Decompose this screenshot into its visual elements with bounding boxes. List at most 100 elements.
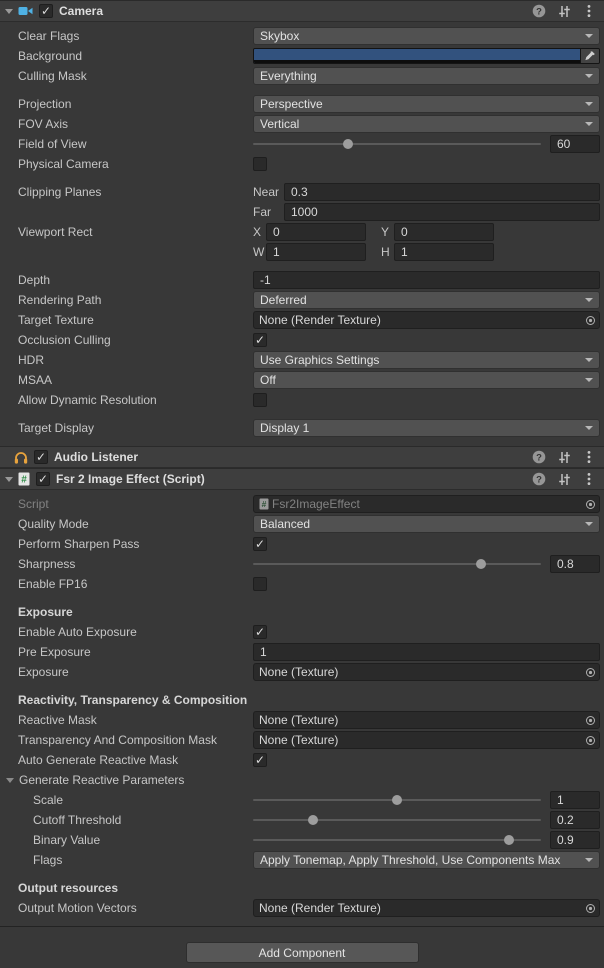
- flags-dropdown[interactable]: Apply Tonemap, Apply Threshold, Use Comp…: [253, 851, 600, 869]
- kebab-menu-button[interactable]: [582, 472, 596, 486]
- projection-dropdown[interactable]: Perspective: [253, 95, 600, 113]
- object-picker-button[interactable]: [581, 900, 599, 916]
- property-row: Generate Reactive Parameters: [0, 771, 604, 789]
- background-color-field[interactable]: [253, 48, 600, 64]
- slider-handle[interactable]: [476, 559, 486, 569]
- property-label: Field of View: [0, 137, 253, 151]
- help-button[interactable]: ?: [532, 472, 546, 486]
- presets-icon: [558, 451, 571, 464]
- eyedropper-button[interactable]: [580, 49, 599, 63]
- section-header: Exposure: [0, 605, 73, 619]
- spacer: [0, 87, 604, 95]
- binary-value-slider[interactable]: 0.9: [253, 831, 600, 849]
- fsr-2-image-effect-script-enabled-checkbox[interactable]: ✓: [36, 472, 50, 486]
- script-object-field[interactable]: #Fsr2ImageEffect: [253, 495, 600, 513]
- object-picker-button[interactable]: [581, 496, 599, 512]
- help-button[interactable]: ?: [532, 450, 546, 464]
- y-field[interactable]: 0: [394, 223, 494, 241]
- field-value: 0: [273, 225, 280, 239]
- hdr-dropdown[interactable]: Use Graphics Settings: [253, 351, 600, 369]
- property-row: Script#Fsr2ImageEffect: [0, 495, 604, 513]
- slider-handle[interactable]: [343, 139, 353, 149]
- camera-header[interactable]: ✓Camera?: [0, 0, 604, 22]
- property-label: Occlusion Culling: [0, 333, 253, 347]
- target-display-dropdown[interactable]: Display 1: [253, 419, 600, 437]
- property-label: Culling Mask: [0, 69, 253, 83]
- field-value: 0.3: [291, 185, 308, 199]
- foldout-arrow-icon[interactable]: [6, 778, 14, 783]
- scale-slider[interactable]: 1: [253, 791, 600, 809]
- slider-track[interactable]: [253, 799, 541, 801]
- slider-handle[interactable]: [392, 795, 402, 805]
- rendering-path-dropdown[interactable]: Deferred: [253, 291, 600, 309]
- axis-label: Near: [253, 185, 284, 199]
- field-of-view-value-field[interactable]: 60: [550, 135, 600, 153]
- sharpness-value-field[interactable]: 0.8: [550, 555, 600, 573]
- clipping-planes-field[interactable]: 0.3: [284, 183, 600, 201]
- enable-auto-exposure-checkbox[interactable]: ✓: [253, 625, 267, 639]
- cutoff-threshold-value-field[interactable]: 0.2: [550, 811, 600, 829]
- far-field[interactable]: 1000: [284, 203, 600, 221]
- x-field[interactable]: 0: [266, 223, 366, 241]
- script-icon: #: [259, 498, 269, 510]
- camera-enabled-checkbox[interactable]: ✓: [39, 4, 53, 18]
- property-row: Viewport RectX0Y0: [0, 223, 604, 241]
- target-texture-object-field[interactable]: None (Render Texture): [253, 311, 600, 329]
- enable-fp16-checkbox[interactable]: ✓: [253, 577, 267, 591]
- property-label: Enable FP16: [0, 577, 253, 591]
- w-field[interactable]: 1: [266, 243, 366, 261]
- fov-axis-dropdown[interactable]: Vertical: [253, 115, 600, 133]
- transparency-and-composition-mask-object-field[interactable]: None (Texture): [253, 731, 600, 749]
- exposure-object-field[interactable]: None (Texture): [253, 663, 600, 681]
- msaa-dropdown[interactable]: Off: [253, 371, 600, 389]
- reactive-mask-object-field[interactable]: None (Texture): [253, 711, 600, 729]
- physical-camera-checkbox[interactable]: ✓: [253, 157, 267, 171]
- camera-body: Clear FlagsSkyboxBackgroundCulling MaskE…: [0, 22, 604, 446]
- object-picker-button[interactable]: [581, 712, 599, 728]
- kebab-menu-button[interactable]: [582, 4, 596, 18]
- quality-mode-dropdown[interactable]: Balanced: [253, 515, 600, 533]
- sharpness-slider[interactable]: 0.8: [253, 555, 600, 573]
- output-motion-vectors-object-field[interactable]: None (Render Texture): [253, 899, 600, 917]
- pre-exposure-field[interactable]: 1: [253, 643, 600, 661]
- axis-label: H: [381, 245, 394, 259]
- add-component-button[interactable]: Add Component: [186, 942, 419, 963]
- presets-button[interactable]: [557, 450, 571, 464]
- slider-track[interactable]: [253, 143, 541, 145]
- property-label: Scale: [0, 793, 253, 807]
- depth-field[interactable]: -1: [253, 271, 600, 289]
- slider-value: 0.2: [557, 813, 574, 827]
- presets-button[interactable]: [557, 4, 571, 18]
- auto-generate-reactive-mask-checkbox[interactable]: ✓: [253, 753, 267, 767]
- slider-track[interactable]: [253, 563, 541, 565]
- allow-dynamic-resolution-checkbox[interactable]: ✓: [253, 393, 267, 407]
- slider-handle[interactable]: [308, 815, 318, 825]
- foldout-arrow-icon[interactable]: [5, 477, 13, 482]
- binary-value-value-field[interactable]: 0.9: [550, 831, 600, 849]
- culling-mask-dropdown[interactable]: Everything: [253, 67, 600, 85]
- object-picker-button[interactable]: [581, 312, 599, 328]
- cutoff-threshold-slider[interactable]: 0.2: [253, 811, 600, 829]
- field-of-view-slider[interactable]: 60: [253, 135, 600, 153]
- audio-listener-header[interactable]: ✓Audio Listener?: [0, 446, 604, 468]
- presets-button[interactable]: [557, 472, 571, 486]
- slider-track[interactable]: [253, 839, 541, 841]
- color-swatch[interactable]: [254, 49, 580, 63]
- fsr-2-image-effect-script-header[interactable]: #✓Fsr 2 Image Effect (Script)?: [0, 468, 604, 490]
- perform-sharpen-pass-checkbox[interactable]: ✓: [253, 537, 267, 551]
- help-button[interactable]: ?: [532, 4, 546, 18]
- audio-listener-enabled-checkbox[interactable]: ✓: [34, 450, 48, 464]
- object-picker-icon: [585, 667, 596, 678]
- kebab-menu-button[interactable]: [582, 450, 596, 464]
- generate-reactive-parameters-foldout[interactable]: Generate Reactive Parameters: [0, 773, 184, 787]
- occlusion-culling-checkbox[interactable]: ✓: [253, 333, 267, 347]
- object-picker-button[interactable]: [581, 732, 599, 748]
- slider-handle[interactable]: [504, 835, 514, 845]
- clear-flags-dropdown[interactable]: Skybox: [253, 27, 600, 45]
- object-picker-button[interactable]: [581, 664, 599, 680]
- h-field[interactable]: 1: [394, 243, 494, 261]
- slider-track[interactable]: [253, 819, 541, 821]
- scale-value-field[interactable]: 1: [550, 791, 600, 809]
- foldout-arrow-icon[interactable]: [5, 9, 13, 14]
- inspector-footer: Add Component: [0, 926, 604, 968]
